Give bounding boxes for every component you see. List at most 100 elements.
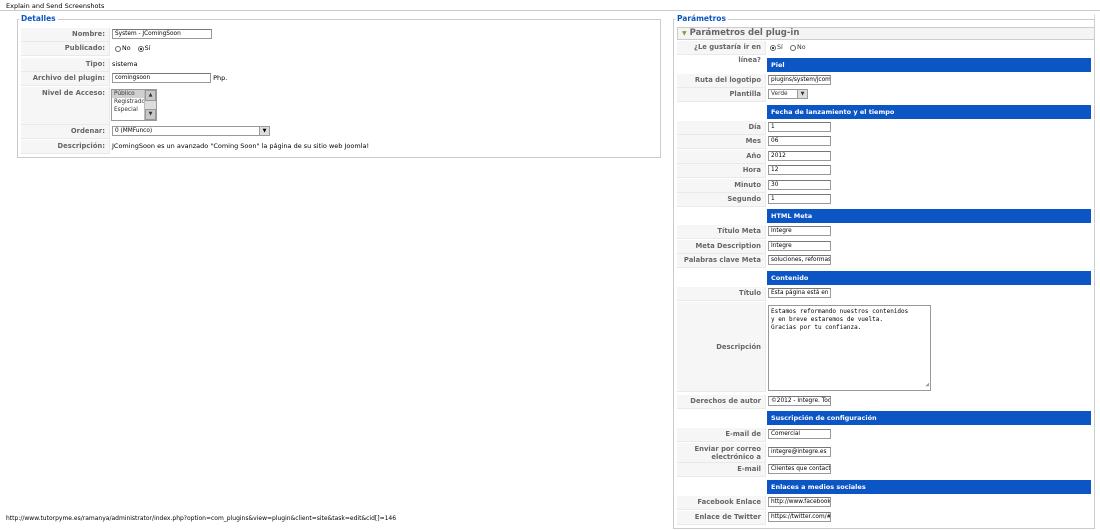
email-de-label: E-mail de [677,428,766,442]
publicado-si-radio[interactable] [137,45,144,52]
meta-desc-label: Meta Description [677,240,766,254]
status-bar-url: http://www.tutorpyme.es/ramanya/administ… [6,515,397,522]
titulo-input[interactable]: Esta página está en co [768,288,831,298]
publicado-si-label: Sí [144,45,151,52]
row-facebook: Facebook Enlace http://www.facebook.co [677,496,1091,510]
enviar-label: Enviar por correo electrónico a [677,443,766,463]
online-label: ¿Le gustaría ir en línea? [677,41,766,64]
minuto-label: Minuto [677,179,766,193]
row-enviar: Enviar por correo electrónico a integre@… [677,443,1091,463]
tipo-value: sistema [112,60,138,68]
titulo-meta-label: Título Meta [677,225,766,239]
segundo-label: Segundo [677,193,766,207]
row-mes: Mes 06 [677,135,1091,149]
descripcion-textarea-text: Estamos reformando nuestros contenidos y… [771,308,909,331]
chevron-down-icon[interactable]: ▼ [797,90,807,98]
section-meta: HTML Meta [767,209,1091,223]
dia-label: Día [677,121,766,135]
nivel-scrollbar[interactable]: ▲ ▼ [144,90,156,120]
twitter-input[interactable]: https://twitter.com/#!/S [768,512,831,522]
archivo-ext: Php. [213,74,228,82]
row-anio: Año 2012 [677,150,1091,164]
descripcion-label: Descripción: [21,140,110,154]
derechos-input[interactable]: ©2012 - Integre. Todo [768,396,831,406]
segundo-input[interactable]: 1 [768,194,831,204]
meta-desc-input[interactable]: Integre [768,241,831,251]
ruta-label: Ruta del logotipo [677,74,766,88]
details-legend: Detalles [19,14,58,23]
row-segundo: Segundo 1 [677,193,1091,207]
tipo-label: Tipo: [21,58,110,72]
descripcion-value: JComingSoon es un avanzado "Coming Soon"… [112,142,370,150]
section-contenido: Contenido [767,271,1091,285]
params-legend: Parámetros [675,14,728,23]
hora-input[interactable]: 12 [768,165,831,175]
palabras-label: Palabras clave Meta [677,254,766,268]
palabras-input[interactable]: soluciones, reformas, r [768,255,831,265]
row-email: E-mail Clientes que contactan [677,463,1091,477]
section-piel: Piel [767,58,1091,72]
row-dia: Día 1 [677,121,1091,135]
online-si-radio[interactable] [770,45,776,51]
resize-grip-icon[interactable]: ◢ [925,381,929,389]
online-si-label: Sí [777,44,783,51]
mes-input[interactable]: 06 [768,136,831,146]
email-de-input[interactable]: Comercial [768,429,831,439]
titulo-label: Título [677,287,766,301]
archivo-label: Archivo del plugin: [21,72,110,86]
row-titulo-meta: Título Meta Integre [677,225,1091,239]
mes-label: Mes [677,135,766,149]
row-ruta: Ruta del logotipo plugins/system/jcomin [677,74,1091,88]
online-no-label: No [796,44,806,51]
nombre-label: Nombre: [21,28,110,42]
section-suscripcion: Suscripción de configuración [767,411,1091,425]
minuto-input[interactable]: 30 [768,180,831,190]
facebook-input[interactable]: http://www.facebook.co [768,497,831,507]
plantilla-label: Plantilla [677,88,766,102]
row-titulo: Título Esta página está en co [677,287,1091,301]
ordenar-select[interactable]: 0 (MMFunco) ▼ [112,126,270,136]
row-minuto: Minuto 30 [677,179,1091,193]
enviar-input[interactable]: integre@integre.es [768,447,831,457]
nivel-label: Nivel de Acceso: [21,87,110,125]
scroll-down-icon[interactable]: ▼ [145,109,156,120]
ruta-input[interactable]: plugins/system/jcomin [768,75,831,85]
chevron-down-icon[interactable]: ▼ [259,127,269,135]
plugin-params-pane-title[interactable]: ▼ Parámetros del plug-in [677,27,1095,40]
window-title: Explain and Send Screenshots [6,2,105,10]
row-email-de: E-mail de Comercial [677,428,1091,442]
descripcion-param-label: Descripción [677,302,766,392]
plantilla-value: Verde [771,91,788,97]
nivel-listbox[interactable]: Público Registrado Especial ▲ ▼ [111,89,157,121]
plantilla-select[interactable]: Verde ▼ [768,89,808,99]
window-title-bar: Explain and Send Screenshots [0,0,1100,11]
online-no-radio[interactable] [789,45,796,51]
publicado-no-radio[interactable] [115,45,121,52]
twitter-label: Enlace de Twitter [677,511,766,525]
nombre-input[interactable]: System - JComingSoon [112,29,212,39]
anio-input[interactable]: 2012 [768,151,831,161]
row-online: ¿Le gustaría ir en línea? Sí No [677,41,1091,64]
derechos-label: Derechos de autor [677,395,766,409]
publicado-no-label: No [122,45,131,52]
row-palabras: Palabras clave Meta soluciones, reformas… [677,254,1091,268]
expand-triangle-icon: ▼ [682,30,687,37]
row-hora: Hora 12 [677,164,1091,178]
row-meta-desc: Meta Description Integre [677,240,1091,254]
publicado-label: Publicado: [21,42,110,56]
row-derechos: Derechos de autor ©2012 - Integre. Todo [677,395,1091,409]
email-label: E-mail [677,463,766,477]
pane-title-text: Parámetros del plug-in [689,28,800,38]
section-fecha: Fecha de lanzamiento y el tiempo [767,105,1091,119]
scroll-up-icon[interactable]: ▲ [145,90,156,101]
hora-label: Hora [677,164,766,178]
descripcion-textarea[interactable]: Estamos reformando nuestros contenidos y… [768,305,931,391]
archivo-input[interactable]: comingsoon [112,73,211,83]
dia-input[interactable]: 1 [768,122,831,132]
titulo-meta-input[interactable]: Integre [768,226,831,236]
email-input[interactable]: Clientes que contactan [768,464,831,474]
section-sociales: Enlaces a medios sociales [767,480,1091,494]
ordenar-value: 0 (MMFunco) [115,128,153,134]
row-plantilla: Plantilla Verde ▼ [677,88,1091,102]
facebook-label: Facebook Enlace [677,496,766,510]
